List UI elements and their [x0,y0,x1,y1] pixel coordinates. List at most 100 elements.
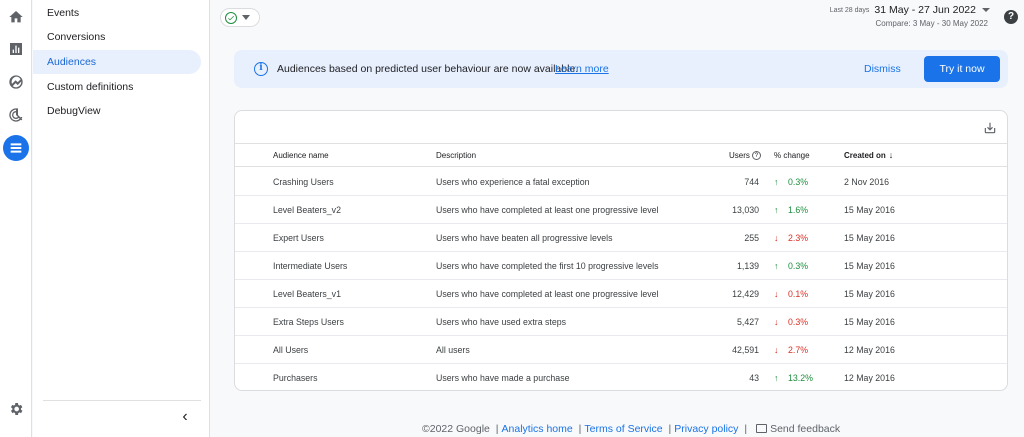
nav-item-events[interactable]: Events [33,1,201,25]
audience-description: Users who have made a purchase [436,373,570,383]
trend-down-icon: ↓ [774,345,779,355]
home-icon[interactable] [5,6,27,28]
audience-users: 42,591 [732,345,759,355]
audience-name[interactable]: Crashing Users [273,168,334,196]
feedback-icon[interactable] [756,424,768,433]
nav-item-audiences[interactable]: Audiences [33,50,201,74]
footer: ©2022 Google | Analytics home | Terms of S… [422,423,841,435]
audience-users: 12,429 [732,289,759,299]
trend-down-icon: ↓ [774,233,779,243]
admin-gear-icon[interactable] [5,398,27,420]
info-icon: i [254,62,268,76]
table-row[interactable]: Purchasers Users who have made a purchase… [235,364,1007,392]
audience-created-on: 2 Nov 2016 [844,177,889,187]
audience-change: ↓ 0.1% [774,280,808,308]
col-audience-name[interactable]: Audience name [273,144,329,167]
data-quality-status-button[interactable] [220,8,260,27]
col-created-on[interactable]: Created on ↓ [844,144,893,167]
trend-up-icon: ↑ [774,261,779,271]
col-users[interactable]: Users? [729,144,761,167]
audience-name[interactable]: Level Beaters_v1 [273,280,341,308]
table-row[interactable]: Intermediate Users Users who have complet… [235,252,1007,280]
audience-change: ↑ 0.3% [774,168,808,196]
send-feedback-link[interactable]: Send feedback [770,423,840,435]
audience-created-on: 15 May 2016 [844,261,895,271]
predictive-audiences-banner: i Audiences based on predicted user beha… [234,50,1008,88]
audience-name[interactable]: Level Beaters_v2 [273,196,341,224]
trend-up-icon: ↑ [774,177,779,187]
table-row[interactable]: Expert Users Users who have beaten all pr… [235,224,1007,252]
chevron-down-icon [242,15,250,20]
date-range-picker[interactable]: Last 28 days 31 May - 27 Jun 2022 Compar… [830,4,990,28]
audience-users: 13,030 [732,205,759,215]
audience-users: 1,139 [736,261,759,271]
date-range-value[interactable]: 31 May - 27 Jun 2022 [874,4,976,16]
audience-change: ↓ 2.7% [774,336,808,364]
audience-description: Users who have beaten all progressive le… [436,233,613,243]
explore-icon[interactable] [5,71,27,93]
audience-name[interactable]: Expert Users [273,224,324,252]
audiences-table-card: Audience name Description Users? % chang… [234,110,1008,391]
audience-change: ↑ 1.6% [774,196,808,224]
trend-up-icon: ↑ [774,205,779,215]
compare-range: Compare: 3 May - 30 May 2022 [875,19,989,28]
nav-item-custom-definitions[interactable]: Custom definitions [33,75,201,99]
trend-up-icon: ↑ [774,373,779,383]
audience-change: ↓ 0.3% [774,308,808,336]
audience-created-on: 12 May 2016 [844,345,895,355]
configure-nav: Events Conversions Audiences Custom defi… [33,0,210,437]
dismiss-button[interactable]: Dismiss [864,63,901,75]
date-range-label: Last 28 days [829,6,870,14]
audience-name[interactable]: Extra Steps Users [273,308,344,336]
audience-description: Users who have completed at least one pr… [436,289,659,299]
table-header: Audience name Description Users? % chang… [235,143,1007,167]
sort-descending-icon: ↓ [888,150,894,160]
audience-description: Users who experience a fatal exception [436,177,590,187]
audience-users: 255 [744,233,759,243]
audience-users: 5,427 [736,317,759,327]
audience-users: 744 [744,177,759,187]
col-change[interactable]: % change [774,144,810,167]
left-rail [0,0,32,437]
check-circle-icon [225,11,237,24]
audience-description: Users who have completed at least one pr… [436,205,659,215]
audience-name[interactable]: All Users [273,336,308,364]
help-icon[interactable]: ? [1004,10,1018,24]
col-description[interactable]: Description [436,144,476,167]
audience-name[interactable]: Purchasers [273,364,318,392]
download-icon[interactable] [983,121,997,135]
audience-users: 43 [749,373,759,383]
audience-created-on: 15 May 2016 [844,317,895,327]
advertising-icon[interactable] [5,104,27,126]
reports-icon[interactable] [5,38,27,60]
table-row[interactable]: Extra Steps Users Users who have used ext… [235,308,1007,336]
privacy-policy-link[interactable]: Privacy policy [674,423,738,435]
footer-copyright: ©2022 Google [422,423,490,435]
audience-description: All users [436,345,470,355]
table-row[interactable]: All Users All users 42,591 ↓ 2.7% 12 May 2016 [235,336,1007,364]
nav-divider [43,400,201,401]
configure-icon[interactable] [3,135,29,161]
audience-change: ↑ 0.3% [774,252,808,280]
audience-description: Users who have used extra steps [436,317,567,327]
users-help-icon[interactable]: ? [751,151,761,161]
nav-item-conversions[interactable]: Conversions [33,25,201,49]
banner-message: Audiences based on predicted user behavi… [277,63,579,75]
trend-down-icon: ↓ [774,289,779,299]
audience-created-on: 15 May 2016 [844,233,895,243]
table-row[interactable]: Crashing Users Users who experience a fat… [235,168,1007,196]
audience-description: Users who have completed the first 10 pr… [436,261,659,271]
table-row[interactable]: Level Beaters_v1 Users who have completed… [235,280,1007,308]
terms-of-service-link[interactable]: Terms of Service [584,423,662,435]
analytics-home-link[interactable]: Analytics home [502,423,573,435]
collapse-nav-button[interactable]: ‹ [176,407,194,427]
date-caret-icon[interactable] [982,8,990,12]
learn-more-link[interactable]: Learn more [555,63,609,75]
audience-name[interactable]: Intermediate Users [273,252,347,280]
audience-created-on: 15 May 2016 [844,205,895,215]
audience-created-on: 12 May 2016 [844,373,895,383]
try-it-now-button[interactable]: Try it now [924,56,1000,82]
audience-change: ↓ 2.3% [774,224,808,252]
nav-item-debugview[interactable]: DebugView [33,99,201,123]
table-row[interactable]: Level Beaters_v2 Users who have completed… [235,196,1007,224]
